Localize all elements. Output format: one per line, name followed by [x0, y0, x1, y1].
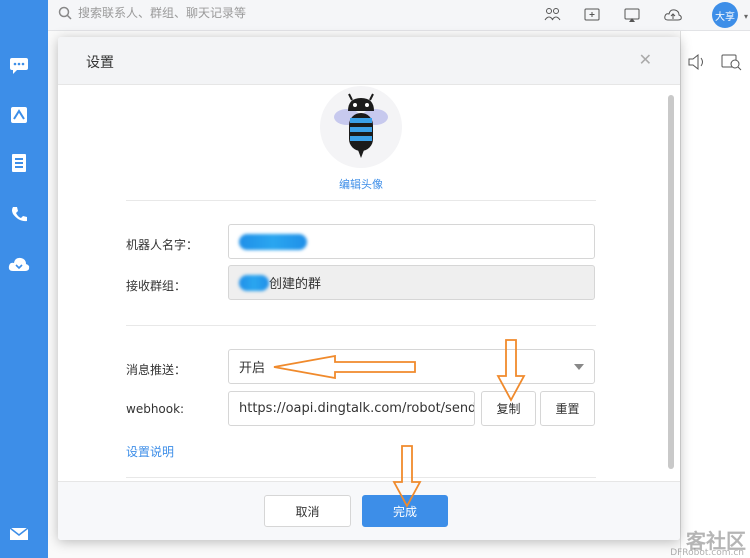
work-icon[interactable] — [8, 104, 30, 126]
redacted-name — [239, 233, 307, 250]
history-search-icon[interactable] — [721, 53, 743, 75]
chevron-down-icon — [574, 364, 584, 370]
redacted-group-owner — [239, 274, 269, 291]
message-push-select[interactable]: 开启 — [228, 349, 595, 384]
search-input[interactable] — [78, 6, 298, 20]
close-icon[interactable]: ✕ — [639, 50, 652, 69]
left-nav-bar — [0, 0, 48, 558]
search-icon — [58, 6, 72, 20]
receive-group-field: 创建的群 — [228, 265, 595, 300]
watermark-sub: DFRobot.com.cn — [670, 548, 744, 558]
speaker-icon[interactable] — [687, 53, 707, 75]
robot-name-label: 机器人名字： — [126, 238, 199, 252]
new-message-icon[interactable] — [583, 6, 601, 24]
user-avatar[interactable]: 大享 — [712, 2, 738, 28]
divider — [126, 325, 596, 326]
receive-group-value: 创建的群 — [269, 277, 322, 292]
chat-side-panel — [680, 31, 750, 558]
avatar-label: 大享 — [715, 11, 735, 23]
scrollbar-thumb[interactable] — [668, 95, 674, 469]
chat-icon[interactable] — [8, 55, 30, 77]
dialog-title: 设置 — [86, 55, 114, 71]
add-contact-icon[interactable] — [544, 6, 562, 24]
dialog-header: 设置 ✕ — [58, 37, 680, 85]
edit-avatar-link[interactable]: 编辑头像 — [339, 176, 383, 192]
search-box[interactable] — [58, 6, 298, 20]
bee-robot-icon — [334, 93, 388, 158]
webhook-label: webhook: — [126, 402, 185, 416]
dialog-scrollbar[interactable] — [666, 89, 676, 479]
receive-group-label: 接收群组： — [126, 279, 187, 293]
divider — [126, 477, 596, 478]
chevron-down-icon[interactable]: ▾ — [744, 12, 748, 21]
cloud-icon[interactable] — [8, 253, 30, 275]
message-push-label: 消息推送： — [126, 363, 187, 377]
robot-name-input[interactable] — [228, 224, 595, 259]
cancel-button[interactable]: 取消 — [264, 495, 351, 527]
setup-guide-link[interactable]: 设置说明 — [126, 443, 174, 460]
webhook-input[interactable]: https://oapi.dingtalk.com/robot/send — [228, 391, 475, 426]
contacts-icon[interactable] — [8, 152, 30, 174]
top-bar: 大享 ▾ — [48, 0, 750, 31]
reset-button[interactable]: 重置 — [540, 391, 595, 426]
phone-icon[interactable] — [8, 203, 30, 225]
robot-avatar[interactable] — [320, 86, 402, 168]
divider — [126, 200, 596, 201]
mail-icon[interactable] — [8, 523, 30, 545]
settings-dialog: 设置 ✕ 编辑头像 机器人名字： 接收群组： 创建的群 消息推送： 开启 web… — [58, 37, 680, 540]
screen-share-icon[interactable] — [623, 6, 641, 24]
done-button[interactable]: 完成 — [362, 495, 448, 527]
cloud-upload-icon[interactable] — [664, 6, 682, 24]
copy-button[interactable]: 复制 — [481, 391, 536, 426]
webhook-value: https://oapi.dingtalk.com/robot/send — [239, 401, 475, 416]
message-push-value: 开启 — [239, 361, 266, 376]
